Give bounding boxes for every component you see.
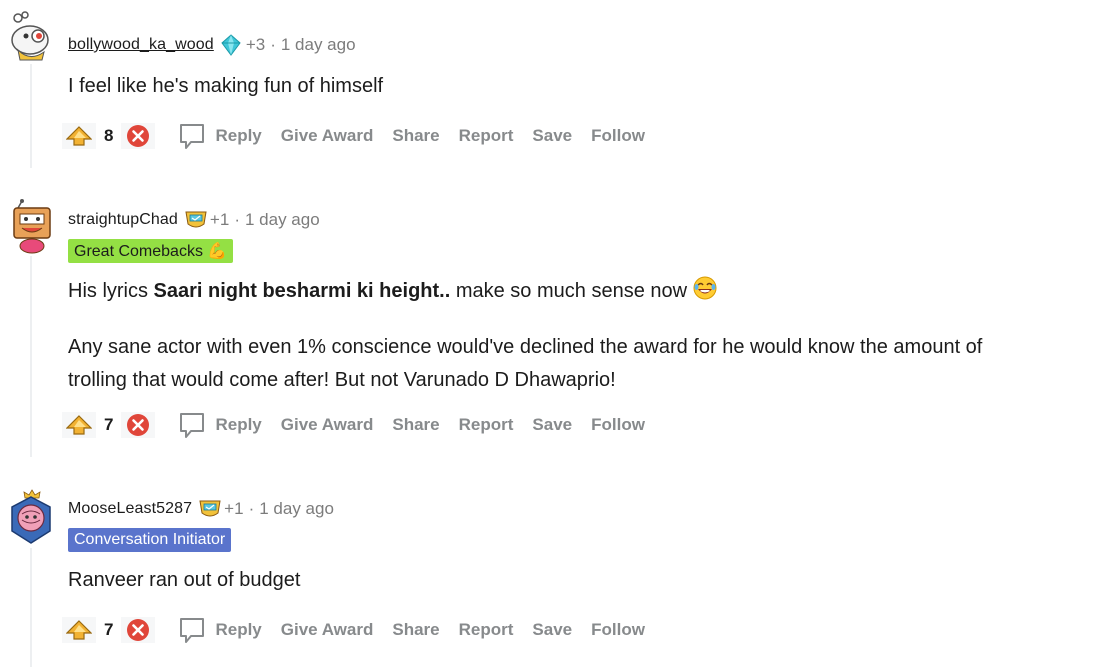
- share-button[interactable]: Share: [392, 415, 439, 435]
- award-count[interactable]: +1: [224, 499, 243, 519]
- reply-button[interactable]: Reply: [177, 121, 262, 151]
- golden-upvote-icon: [66, 126, 92, 146]
- report-button[interactable]: Report: [459, 620, 514, 640]
- red-x-downvote-icon: [127, 619, 150, 641]
- upvote-button[interactable]: [62, 123, 96, 149]
- upvote-button[interactable]: [62, 617, 96, 643]
- bold-text: Saari night besharmi ki height..: [153, 280, 451, 302]
- vote-controls: 7: [62, 411, 156, 439]
- reply-label: Reply: [215, 620, 262, 639]
- give-award-button[interactable]: Give Award: [281, 126, 374, 146]
- vote-score: 7: [104, 415, 114, 434]
- username[interactable]: MooseLeast5287: [68, 500, 192, 518]
- report-button[interactable]: Report: [459, 126, 514, 146]
- username[interactable]: bollywood_ka_wood: [68, 36, 214, 54]
- snoo-avatar-icon: [11, 489, 51, 544]
- comment-3: MooseLeast5287 +1 · 1 day ago Conversati…: [0, 486, 1102, 667]
- comment-paragraph: Ranveer ran out of budget: [68, 569, 301, 591]
- downvote-button[interactable]: [121, 617, 156, 643]
- reply-button[interactable]: Reply: [177, 410, 262, 440]
- comment-actions: 8 Reply Give Award Share Report Save Fol…: [62, 119, 645, 153]
- vote-controls: 7: [62, 616, 156, 644]
- text-run: His lyrics: [68, 280, 154, 302]
- comment-header: straightupChad +1 · 1 day ago: [68, 208, 320, 232]
- share-button[interactable]: Share: [392, 126, 439, 146]
- reply-label: Reply: [215, 126, 262, 145]
- thread-line[interactable]: [30, 64, 32, 168]
- comment-actions: 7 Reply Give Award Share Report Save Fol…: [62, 408, 645, 442]
- separator-dot: ·: [248, 499, 255, 518]
- comment-2: straightupChad +1 · 1 day ago Great Come…: [0, 196, 1102, 461]
- red-x-downvote-icon: [127, 414, 150, 436]
- avatar[interactable]: [8, 10, 54, 61]
- save-button[interactable]: Save: [532, 620, 572, 640]
- red-x-downvote-icon: [127, 125, 150, 147]
- comment-thread: bollywood_ka_wood +3 · 1 day ago I feel …: [0, 0, 1102, 667]
- tears-of-joy-emoji-icon: [693, 276, 717, 311]
- save-button[interactable]: Save: [532, 415, 572, 435]
- comment-body: Ranveer ran out of budget: [68, 564, 1028, 597]
- award-count[interactable]: +1: [210, 210, 229, 230]
- comment-body: His lyrics Saari night besharmi ki heigh…: [68, 275, 1028, 397]
- comment-header: MooseLeast5287 +1 · 1 day ago: [68, 497, 334, 521]
- user-flair: Great Comebacks 💪: [68, 239, 234, 263]
- thread-line[interactable]: [30, 256, 32, 457]
- give-award-button[interactable]: Give Award: [281, 415, 374, 435]
- comment-header: bollywood_ka_wood +3 · 1 day ago: [68, 33, 356, 57]
- golden-upvote-icon: [66, 620, 92, 640]
- speech-bubble-icon: [180, 618, 205, 643]
- golden-upvote-icon: [66, 415, 92, 435]
- comment-paragraph: His lyrics Saari night besharmi ki heigh…: [68, 275, 1028, 311]
- vote-controls: 8: [62, 122, 156, 150]
- avatar[interactable]: [8, 488, 54, 544]
- trophy-award-icon[interactable]: [198, 498, 221, 520]
- follow-button[interactable]: Follow: [591, 126, 645, 146]
- downvote-button[interactable]: [121, 123, 156, 149]
- text-run: make so much sense now: [450, 280, 693, 302]
- timestamp[interactable]: 1 day ago: [245, 210, 320, 230]
- thread-line[interactable]: [30, 548, 32, 667]
- vote-score: 7: [104, 620, 114, 639]
- comment-paragraph: I feel like he's making fun of himself: [68, 75, 384, 97]
- separator-dot: ·: [234, 210, 240, 229]
- speech-bubble-icon: [180, 124, 205, 149]
- report-button[interactable]: Report: [459, 415, 514, 435]
- follow-button[interactable]: Follow: [591, 620, 645, 640]
- upvote-button[interactable]: [62, 412, 96, 438]
- follow-button[interactable]: Follow: [591, 415, 645, 435]
- comment-1: bollywood_ka_wood +3 · 1 day ago I feel …: [0, 0, 1102, 170]
- user-flair: Conversation Initiator: [68, 528, 232, 552]
- downvote-button[interactable]: [121, 412, 156, 438]
- reply-button[interactable]: Reply: [177, 615, 262, 645]
- reply-label: Reply: [215, 415, 262, 434]
- share-button[interactable]: Share: [392, 620, 439, 640]
- timestamp[interactable]: 1 day ago: [281, 35, 356, 55]
- username[interactable]: straightupChad: [68, 211, 178, 229]
- snoo-avatar-icon: [13, 199, 51, 254]
- avatar[interactable]: [8, 198, 54, 254]
- diamond-award-icon[interactable]: [220, 34, 242, 56]
- vote-score: 8: [104, 126, 114, 145]
- snoo-avatar-icon: [11, 11, 49, 61]
- separator-dot: ·: [270, 35, 276, 54]
- trophy-award-icon[interactable]: [184, 209, 207, 231]
- comment-paragraph: Any sane actor with even 1% conscience w…: [68, 336, 983, 391]
- award-count[interactable]: +3: [246, 35, 265, 55]
- timestamp[interactable]: 1 day ago: [259, 499, 334, 519]
- comment-actions: 7 Reply Give Award Share Report Save Fol…: [62, 613, 645, 647]
- speech-bubble-icon: [180, 413, 205, 438]
- give-award-button[interactable]: Give Award: [281, 620, 374, 640]
- save-button[interactable]: Save: [532, 126, 572, 146]
- comment-body: I feel like he's making fun of himself: [68, 70, 1028, 103]
